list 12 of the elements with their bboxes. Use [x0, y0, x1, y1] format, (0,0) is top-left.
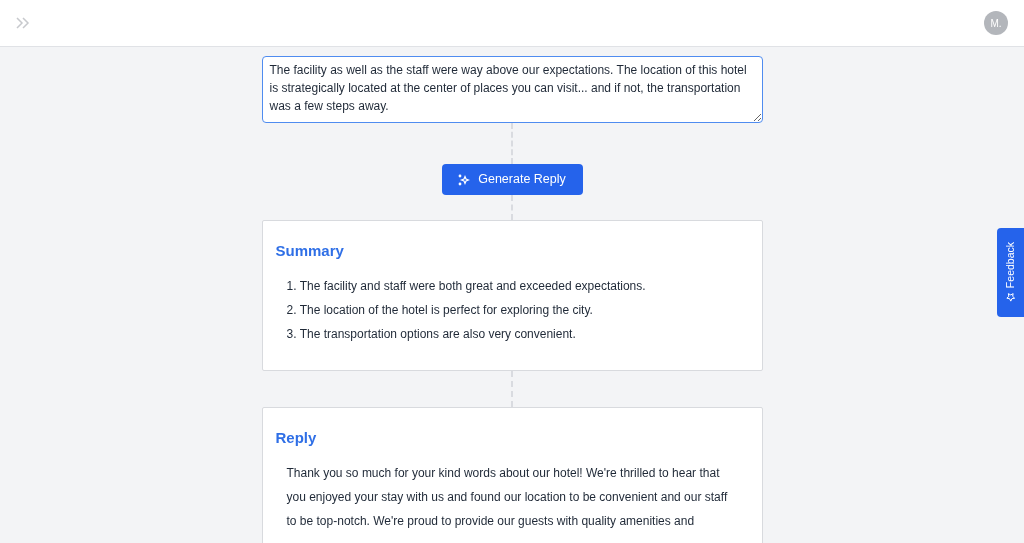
- summary-item: 2. The location of the hotel is perfect for exploring the city.: [286, 302, 594, 319]
- sparkle-icon: [458, 173, 471, 186]
- review-field[interactable]: The facility as well as the staff were way above our expectations. The location of this hotel is strategically located at the center of places you can visit... and if not, the transportation was a few steps away.: [261, 56, 763, 123]
- expand-icon[interactable]: [16, 17, 30, 29]
- summary-item: 3. The transportation options are also very convenient.: [286, 326, 577, 343]
- reply-title: Reply: [275, 428, 318, 448]
- summary-item: 1. The facility and staff were both great and exceeded expectations.: [286, 278, 647, 295]
- feedback-tab[interactable]: Feedback: [997, 228, 1024, 317]
- summary-title: Summary: [275, 241, 345, 261]
- star-icon: [1005, 292, 1016, 303]
- generate-reply-button[interactable]: Generate Reply: [441, 164, 583, 195]
- reply-text: Thank you so much for your kind words about our hotel! We're thrilled to hear that you enjoyed your stay with us and found our location to be convenient and our staff to be top-notch. We're proud to provide our guests with quality amenities and: [285, 465, 729, 530]
